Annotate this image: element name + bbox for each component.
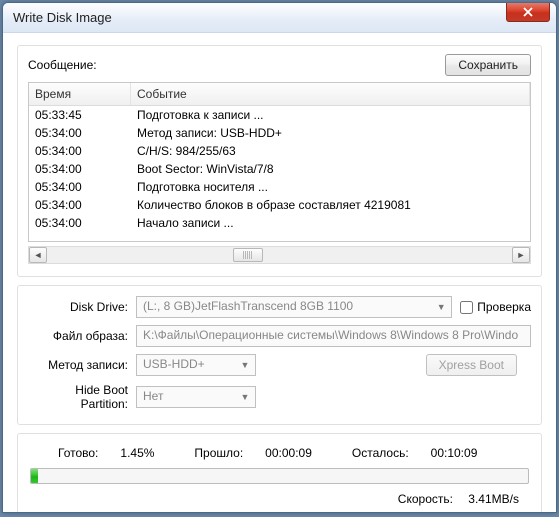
chevron-down-icon: ▼: [238, 358, 252, 372]
title-bar: Write Disk Image: [3, 3, 556, 33]
log-event: Метод записи: USB-HDD+: [131, 125, 530, 141]
disk-drive-combo: (L:, 8 GB)JetFlashTranscend 8GB 1100 ▼: [136, 296, 452, 318]
message-label: Сообщение:: [28, 58, 445, 72]
disk-drive-value: (L:, 8 GB)JetFlashTranscend 8GB 1100: [143, 299, 353, 313]
column-time[interactable]: Время: [29, 83, 131, 105]
h-scrollbar[interactable]: ◄ ►: [28, 246, 531, 264]
hide-boot-value: Нет: [143, 389, 163, 403]
remain-label: Осталось:: [352, 446, 409, 460]
write-method-label: Метод записи:: [28, 358, 136, 372]
image-file-field: K:\Файлы\Операционные системы\Windows 8\…: [136, 325, 531, 347]
log-row[interactable]: 05:33:45Подготовка к записи ...: [29, 106, 530, 124]
save-button[interactable]: Сохранить: [445, 54, 531, 76]
done-value: 1.45%: [120, 446, 154, 460]
log-row[interactable]: 05:34:00Начало записи ...: [29, 214, 530, 232]
close-icon: [523, 7, 533, 17]
content-area: Сообщение: Сохранить Время Событие 05:33…: [3, 33, 556, 512]
log-time: 05:34:00: [29, 143, 131, 159]
hide-boot-combo: Нет ▼: [136, 386, 256, 408]
log-row[interactable]: 05:34:00C/H/S: 984/255/63: [29, 142, 530, 160]
scroll-left-icon[interactable]: ◄: [29, 247, 47, 263]
write-method-combo: USB-HDD+ ▼: [136, 354, 256, 376]
verify-checkbox[interactable]: Проверка: [460, 300, 531, 314]
scroll-right-icon[interactable]: ►: [512, 247, 530, 263]
remain-value: 00:10:09: [431, 446, 478, 460]
scroll-thumb[interactable]: [233, 248, 263, 262]
log-time: 05:34:00: [29, 215, 131, 231]
window-title: Write Disk Image: [13, 10, 506, 25]
log-row[interactable]: 05:34:00Метод записи: USB-HDD+: [29, 124, 530, 142]
log-time: 05:34:00: [29, 179, 131, 195]
log-event: Начало записи ...: [131, 215, 530, 231]
log-body: 05:33:45Подготовка к записи ...05:34:00М…: [29, 106, 530, 244]
log-time: 05:34:00: [29, 161, 131, 177]
hide-boot-label: Hide Boot Partition:: [28, 383, 136, 411]
done-label: Готово:: [58, 446, 98, 460]
progress-group: Готово: 1.45% Прошло: 00:00:09 Осталось:…: [17, 433, 542, 513]
chevron-down-icon: ▼: [434, 300, 448, 314]
column-event[interactable]: Событие: [131, 83, 530, 105]
close-button[interactable]: [506, 2, 550, 22]
speed-value: 3.41MB/s: [468, 492, 519, 506]
chevron-down-icon: ▼: [238, 390, 252, 404]
disk-drive-label: Disk Drive:: [28, 300, 136, 314]
elapsed-value: 00:00:09: [265, 446, 312, 460]
progress-fill: [31, 469, 38, 483]
log-event: C/H/S: 984/255/63: [131, 143, 530, 159]
write-method-value: USB-HDD+: [143, 357, 205, 371]
progress-bar: [30, 468, 529, 484]
log-time: 05:34:00: [29, 197, 131, 213]
scroll-track[interactable]: [47, 248, 512, 262]
log-listview[interactable]: Время Событие 05:33:45Подготовка к запис…: [28, 82, 531, 242]
verify-checkbox-input[interactable]: [460, 301, 473, 314]
window: Write Disk Image Сообщение: Сохранить Вр…: [2, 2, 557, 513]
log-event: Подготовка к записи ...: [131, 107, 530, 123]
log-header: Время Событие: [29, 83, 530, 106]
log-row[interactable]: 05:34:00Количество блоков в образе соста…: [29, 196, 530, 214]
log-event: Количество блоков в образе составляет 42…: [131, 197, 530, 213]
settings-group: Disk Drive: (L:, 8 GB)JetFlashTranscend …: [17, 285, 542, 425]
log-row[interactable]: 05:34:00Подготовка носителя ...: [29, 178, 530, 196]
elapsed-label: Прошло:: [194, 446, 243, 460]
log-group: Сообщение: Сохранить Время Событие 05:33…: [17, 45, 542, 277]
image-file-label: Файл образа:: [28, 329, 136, 343]
image-file-value: K:\Файлы\Операционные системы\Windows 8\…: [143, 328, 518, 342]
log-time: 05:34:00: [29, 125, 131, 141]
log-row[interactable]: 05:34:00Boot Sector: WinVista/7/8: [29, 160, 530, 178]
log-event: Boot Sector: WinVista/7/8: [131, 161, 530, 177]
verify-label: Проверка: [477, 300, 531, 314]
xpress-boot-button: Xpress Boot: [426, 354, 517, 376]
log-time: 05:33:45: [29, 107, 131, 123]
speed-label: Скорость:: [398, 492, 453, 506]
log-event: Подготовка носителя ...: [131, 179, 530, 195]
